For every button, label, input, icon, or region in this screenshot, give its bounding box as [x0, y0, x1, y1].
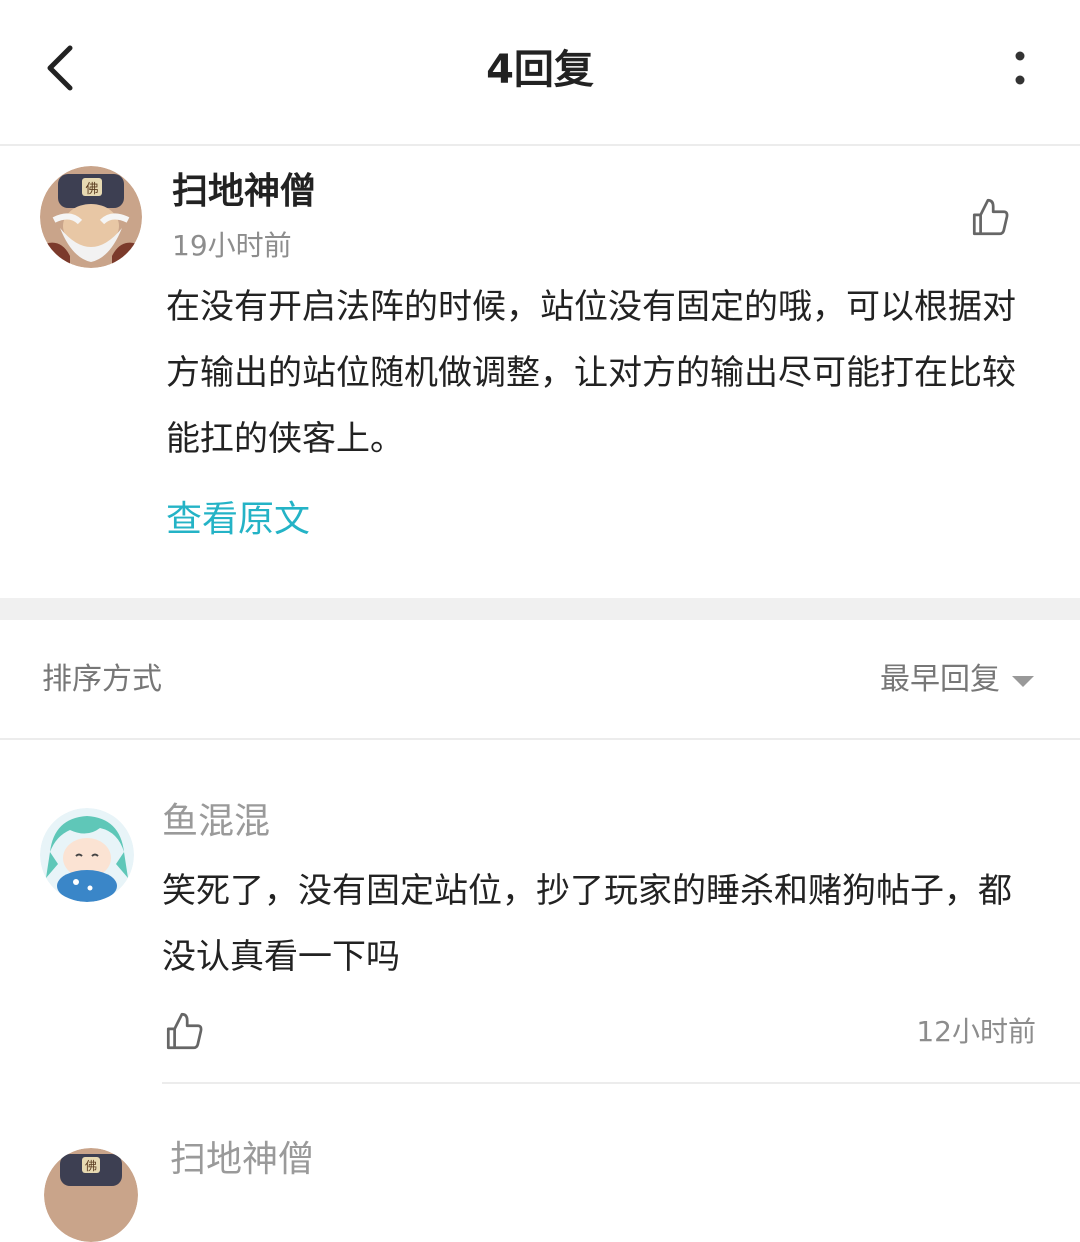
- sort-bar: 排序方式 最早回复: [0, 620, 1080, 740]
- sort-label: 排序方式: [42, 662, 162, 697]
- svg-text:佛: 佛: [85, 1159, 97, 1173]
- reply-time: 12小时前: [916, 1015, 1036, 1048]
- reply-author-name[interactable]: 鱼混混: [162, 798, 270, 846]
- page-title: 4回复: [486, 47, 594, 93]
- like-icon[interactable]: [968, 196, 1010, 238]
- top-bar: 4回复: [0, 0, 1080, 146]
- post-content: 在没有开启法阵的时候，站位没有固定的哦，可以根据对方输出的站位随机做调整，让对方…: [166, 287, 1016, 459]
- section-divider: [0, 598, 1080, 620]
- reply-avatar[interactable]: [40, 808, 134, 902]
- reply-avatar[interactable]: 佛: [44, 1148, 138, 1242]
- reply-author-name[interactable]: 扫地神僧: [170, 1136, 314, 1184]
- reply-separator: [162, 1082, 1080, 1084]
- more-options-icon[interactable]: [1010, 50, 1030, 90]
- reply-like-icon[interactable]: [162, 1010, 204, 1052]
- author-avatar[interactable]: 佛: [40, 166, 142, 268]
- view-original-link[interactable]: 查看原文: [166, 492, 310, 548]
- chevron-down-icon[interactable]: [1012, 676, 1034, 687]
- author-name[interactable]: 扫地神僧: [172, 168, 316, 216]
- sort-dropdown[interactable]: 最早回复: [880, 658, 1000, 702]
- post-time: 19小时前: [172, 229, 292, 262]
- svg-text:佛: 佛: [85, 182, 98, 197]
- reply-content: 笑死了，没有固定站位，抄了玩家的睡杀和赌狗帖子，都没认真看一下吗: [162, 871, 1012, 977]
